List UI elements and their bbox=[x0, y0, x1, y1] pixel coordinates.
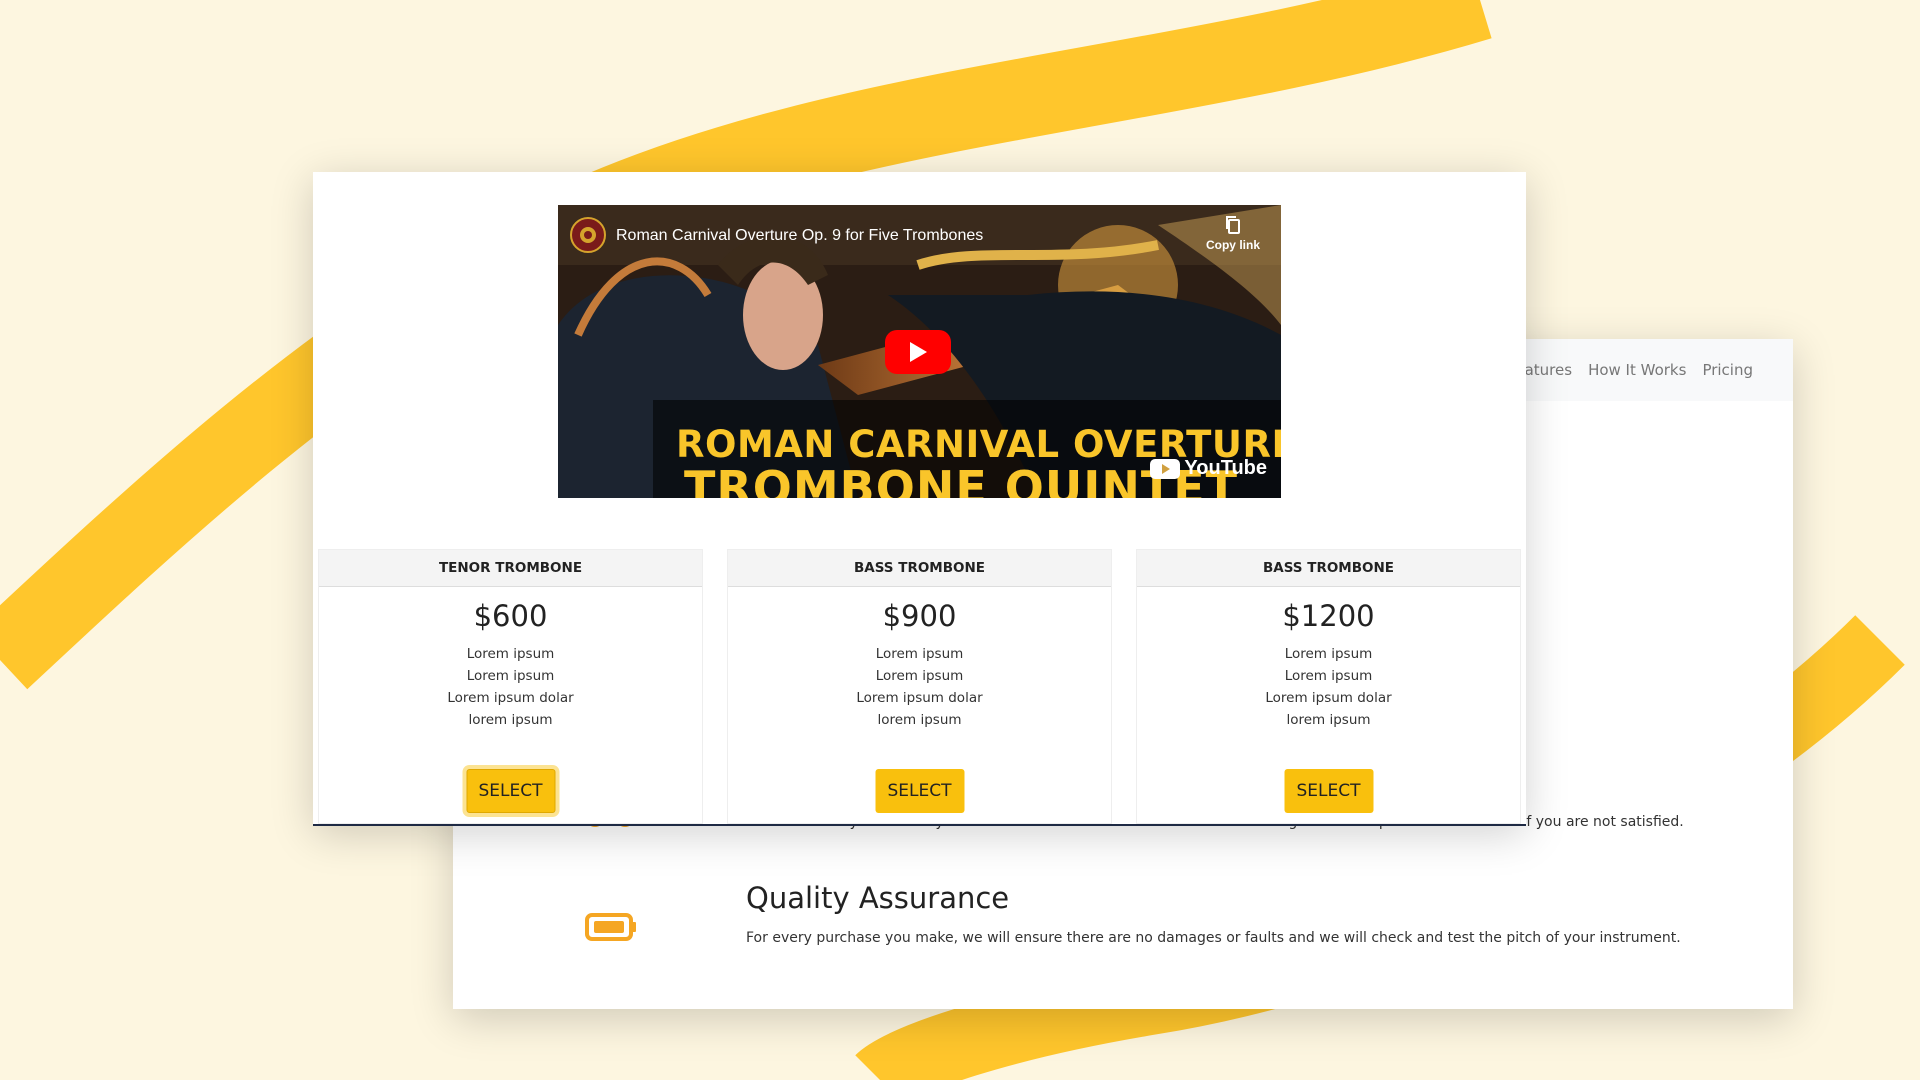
youtube-wordmark: YouTube bbox=[1184, 457, 1267, 479]
card-feature: Lorem ipsum dolar bbox=[447, 690, 574, 706]
nav-link-how-it-works[interactable]: How It Works bbox=[1588, 361, 1686, 379]
pricing-card: BASS TROMBONE $1200 Lorem ipsum Lorem ip… bbox=[1136, 549, 1521, 824]
play-button[interactable] bbox=[885, 330, 951, 374]
card-features: Lorem ipsum Lorem ipsum Lorem ipsum dola… bbox=[319, 643, 702, 731]
battery-icon bbox=[585, 913, 636, 941]
nav-link-features[interactable]: atures bbox=[1525, 361, 1572, 379]
card-feature: Lorem ipsum bbox=[875, 668, 964, 684]
video-title[interactable]: Roman Carnival Overture Op. 9 for Five T… bbox=[616, 227, 983, 245]
youtube-video-embed[interactable]: Roman Carnival Overture Op. 9 for Five T… bbox=[558, 205, 1281, 498]
feature-text: For every purchase you make, we will ens… bbox=[746, 930, 1681, 946]
nav-links: atures How It Works Pricing bbox=[1525, 339, 1753, 401]
select-button-bass-premium[interactable]: SELECT bbox=[1284, 769, 1373, 813]
card-price: $900 bbox=[882, 599, 957, 633]
card-feature: Lorem ipsum dolar bbox=[1265, 690, 1392, 706]
channel-logo[interactable] bbox=[570, 217, 606, 253]
copy-link-button[interactable]: Copy link bbox=[1203, 215, 1263, 252]
copy-icon bbox=[1226, 216, 1240, 234]
card-feature: lorem ipsum bbox=[1286, 712, 1371, 728]
card-title: BASS TROMBONE bbox=[728, 550, 1111, 587]
card-feature: Lorem ipsum bbox=[1284, 668, 1373, 684]
card-title: TENOR TROMBONE bbox=[319, 550, 702, 587]
play-icon bbox=[910, 342, 927, 362]
card-feature: Lorem ipsum bbox=[466, 668, 555, 684]
select-button-tenor[interactable]: SELECT bbox=[466, 769, 555, 813]
card-features: Lorem ipsum Lorem ipsum Lorem ipsum dola… bbox=[728, 643, 1111, 731]
copy-link-label: Copy link bbox=[1205, 238, 1260, 252]
card-feature: Lorem ipsum dolar bbox=[856, 690, 983, 706]
pricing-card: TENOR TROMBONE $600 Lorem ipsum Lorem ip… bbox=[318, 549, 703, 824]
youtube-play-icon bbox=[1150, 458, 1181, 479]
card-title: BASS TROMBONE bbox=[1137, 550, 1520, 587]
card-feature: lorem ipsum bbox=[468, 712, 553, 728]
card-features: Lorem ipsum Lorem ipsum Lorem ipsum dola… bbox=[1137, 643, 1520, 731]
card-feature: Lorem ipsum bbox=[1284, 646, 1373, 662]
card-price: $1200 bbox=[1282, 599, 1375, 633]
card-price: $600 bbox=[473, 599, 548, 633]
card-feature: Lorem ipsum bbox=[466, 646, 555, 662]
front-browser-window: Roman Carnival Overture Op. 9 for Five T… bbox=[313, 172, 1526, 826]
emblem-icon bbox=[580, 227, 596, 243]
select-button-bass[interactable]: SELECT bbox=[875, 769, 964, 813]
card-feature: Lorem ipsum bbox=[875, 646, 964, 662]
card-feature: lorem ipsum bbox=[877, 712, 962, 728]
feature-title: Quality Assurance bbox=[746, 881, 1010, 915]
youtube-logo[interactable]: YouTube bbox=[1150, 457, 1267, 480]
pricing-card: BASS TROMBONE $900 Lorem ipsum Lorem ips… bbox=[727, 549, 1112, 824]
nav-link-pricing[interactable]: Pricing bbox=[1702, 361, 1753, 379]
